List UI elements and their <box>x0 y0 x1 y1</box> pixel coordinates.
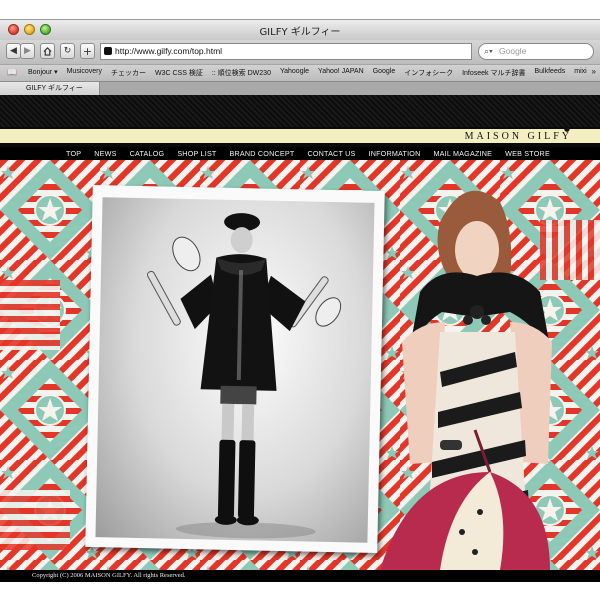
nav-item-news[interactable]: NEWS <box>94 147 116 160</box>
browser-toolbar: ◀ ▶ ↻ + http://www.gilfy.com/top.html ⌕▾… <box>0 40 600 64</box>
add-bookmark-button[interactable]: + <box>80 43 95 59</box>
nav-item-brand-concept[interactable]: BRAND CONCEPT <box>230 147 295 160</box>
nav-item-mail-magazine[interactable]: MAIL MAGAZINE <box>433 147 492 160</box>
tab-bar: GILFY ギルフィー <box>0 81 600 96</box>
site-favicon-icon <box>104 47 112 55</box>
site-footer: Copyright (C) 2006 MAISON GILFY. All rig… <box>0 570 600 582</box>
bookmark-item[interactable]: Musicovery <box>67 68 102 78</box>
address-bar[interactable]: http://www.gilfy.com/top.html <box>100 43 472 60</box>
page-content: ● MAISON GILFY TOP NEWS CATALOG SHOP LIST BR… <box>0 95 600 582</box>
nav-item-top[interactable]: TOP <box>66 147 81 160</box>
tab-gilfy[interactable]: GILFY ギルフィー <box>0 82 100 96</box>
bookmark-item[interactable]: W3C CSS 検証 <box>155 68 203 78</box>
forward-button[interactable]: ▶ <box>20 43 35 59</box>
bottom-gutter <box>0 582 600 600</box>
nav-item-web-store[interactable]: WEB STORE <box>505 147 550 160</box>
site-nav: TOP NEWS CATALOG SHOP LIST BRAND CONCEPT CONT… <box>0 147 600 160</box>
nav-item-contact-us[interactable]: CONTACT US <box>307 147 355 160</box>
home-icon <box>43 46 52 56</box>
bookmark-item[interactable]: インフォシーク <box>404 68 453 78</box>
title-bar: GILFY ギルフィー <box>0 20 600 40</box>
header-texture <box>0 95 600 127</box>
plus-icon: + <box>82 44 93 58</box>
browser-window: GILFY ギルフィー ◀ ▶ ↻ + http://www.gilfy.com… <box>0 20 600 582</box>
nav-item-information[interactable]: INFORMATION <box>369 147 421 160</box>
address-url: http://www.gilfy.com/top.html <box>115 46 223 56</box>
bookmark-item[interactable]: Yahoo! JAPAN <box>318 68 364 78</box>
search-placeholder: Google <box>499 46 527 56</box>
model-photo-bw <box>95 197 375 543</box>
back-arrow-icon: ◀ <box>10 46 17 56</box>
bookmark-item[interactable]: mixi <box>574 68 586 78</box>
reload-icon: ↻ <box>63 46 72 56</box>
bookmarks-overflow-button[interactable]: » <box>592 67 596 76</box>
hero-banner <box>0 160 600 570</box>
bookmark-item[interactable]: Google <box>373 68 396 78</box>
bookmarks-list: Bonjour ▾ Musicovery チェッカー W3C CSS 検証:: 順位検… <box>28 68 587 78</box>
search-field[interactable]: ⌕▾ Google <box>478 43 594 60</box>
nav-item-shop-list[interactable]: SHOP LIST <box>177 147 216 160</box>
bookmark-item[interactable]: チェッカー <box>111 68 146 78</box>
bookmark-item[interactable]: Yahoogle <box>280 68 309 78</box>
bookmark-item[interactable]: Bulkfeeds <box>535 68 566 78</box>
bookmarks-bar: 📖 Bonjour ▾ Musicovery チェッカー W3C CSS 検証:: 順… <box>0 64 600 81</box>
reload-button[interactable]: ↻ <box>60 43 75 59</box>
model-figure-illustration <box>146 213 342 539</box>
bookmarks-book-icon[interactable]: 📖 <box>7 68 17 77</box>
polaroid-photo <box>85 184 385 554</box>
model-cutout-color <box>380 190 552 570</box>
back-button[interactable]: ◀ <box>6 43 21 59</box>
copyright-text: Copyright (C) 2006 MAISON GILFY. All rig… <box>32 572 186 579</box>
window-title: GILFY ギルフィー <box>259 27 341 38</box>
home-button[interactable] <box>40 43 55 59</box>
tab-label: GILFY ギルフィー <box>26 85 83 92</box>
search-icon: ⌕▾ <box>484 46 493 56</box>
bookmark-item[interactable]: Infoseek マルチ辞書 <box>462 68 525 78</box>
nav-item-catalog[interactable]: CATALOG <box>130 147 165 160</box>
bookmark-item[interactable]: :: 順位検索 DW230 <box>212 68 271 78</box>
site-logo[interactable]: MAISON GILFY <box>465 132 572 142</box>
bookmark-item[interactable]: Bonjour ▾ <box>28 68 58 78</box>
forward-arrow-icon: ▶ <box>24 46 31 56</box>
